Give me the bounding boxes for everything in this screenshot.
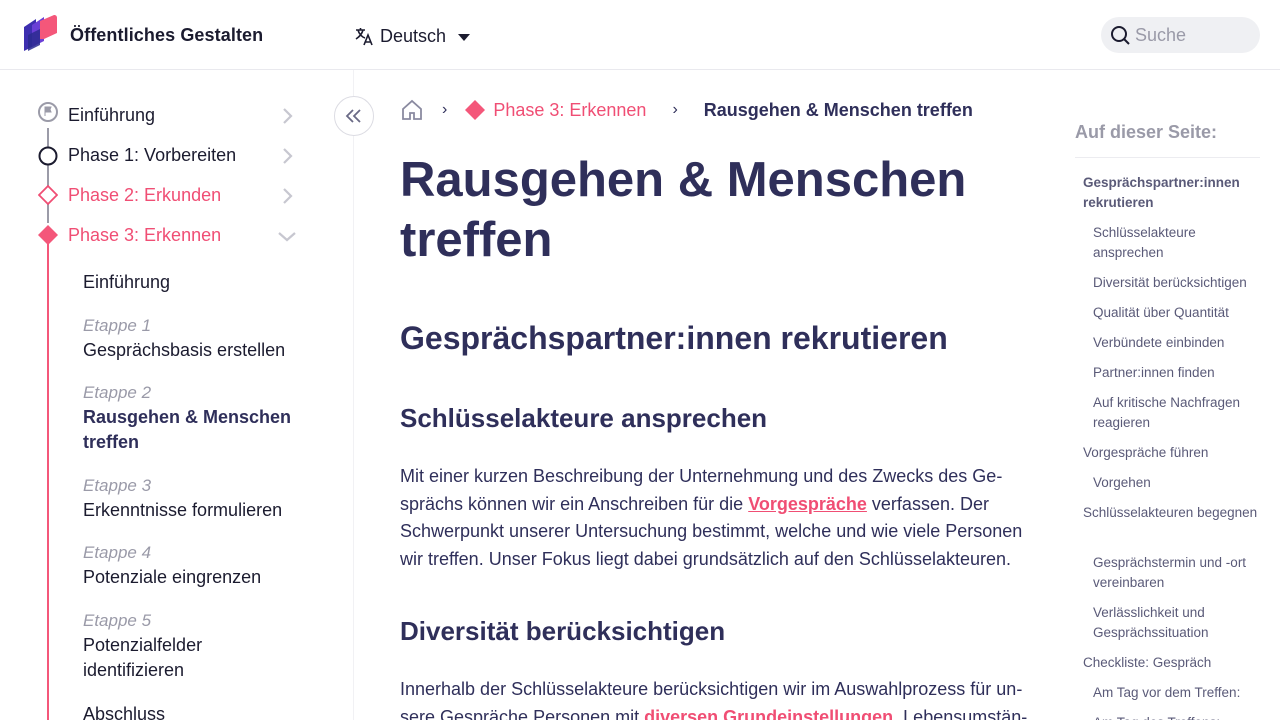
chevron-right-icon: › xyxy=(672,101,678,118)
breadcrumb-phase-label: Phase 3: Erkennen xyxy=(493,99,647,120)
subitem-stage: Etappe 1 xyxy=(83,316,152,335)
main-content: Rausgehen & Menschen treffen xyxy=(400,150,1040,270)
sidebar-subitem-etappe-4[interactable]: Etappe 4 Potenziale eingrenzen xyxy=(83,540,313,590)
top-bar: Öffentliches Gestalten Deutsch xyxy=(0,0,1280,70)
sidebar-item-phase-2[interactable]: Phase 2: Erkunden xyxy=(68,185,221,206)
language-label: Deutsch xyxy=(380,25,447,46)
breadcrumb-phase[interactable]: Phase 3: Erkennen xyxy=(465,100,646,121)
toc-item[interactable]: Gesprächspartner:innen rekrutieren xyxy=(1083,173,1260,213)
diamond-filled-icon xyxy=(38,225,58,245)
sidebar-subitem-etappe-1[interactable]: Etappe 1 Gesprächsbasis erstellen xyxy=(83,313,313,363)
breadcrumb-current: Rausgehen & Menschen treffen xyxy=(703,99,973,120)
subitem-title: Potenziale eingrenzen xyxy=(83,567,262,587)
subitem-title: Einführung xyxy=(83,272,171,292)
subitem-stage: Etappe 5 xyxy=(83,611,152,630)
toc-item[interactable]: Vorgehen xyxy=(1093,473,1260,493)
double-chevron-left-icon xyxy=(345,109,361,123)
language-selector[interactable]: Deutsch xyxy=(354,23,471,49)
toc-item[interactable]: Verbündete einbinden xyxy=(1093,333,1260,353)
subsection-heading: Schlüsselakteure ansprechen xyxy=(400,403,768,433)
search-box[interactable] xyxy=(1101,17,1260,53)
subitem-stage: Etappe 2 xyxy=(83,383,152,402)
subitem-title: Rausgehen & Menschen treffen xyxy=(83,407,292,452)
sidebar-subitem-etappe-2[interactable]: Etappe 2 Rausgehen & Menschen treffen xyxy=(83,380,313,455)
toc-item[interactable]: Verlässlichkeit und Gesprächssituation xyxy=(1093,603,1260,643)
subitem-title: Erkenntnisse formulieren xyxy=(83,500,283,520)
circle-marker-icon xyxy=(38,146,58,166)
paragraph: Innerhalb der Schlüsselakteure berücksic… xyxy=(400,676,1040,720)
flag-icon xyxy=(38,102,58,122)
toc-item[interactable]: Am Tag des Treffens: xyxy=(1093,713,1260,720)
subitem-title: Abschluss xyxy=(83,704,166,720)
subitem-title: Gesprächsbasis erstellen xyxy=(83,340,286,360)
subitem-stage: Etappe 3 xyxy=(83,476,152,495)
toc-item[interactable]: Qualität über Quantität xyxy=(1093,303,1260,323)
sidebar-subitem-einfuehrung[interactable]: Einführung xyxy=(83,270,313,295)
progress-line xyxy=(47,128,49,223)
toc-item[interactable]: Diversität berücksichtigen xyxy=(1093,273,1260,293)
chevron-down-icon[interactable] xyxy=(278,227,296,245)
logo-icon[interactable] xyxy=(22,15,58,53)
sidebar-item-phase-3[interactable]: Phase 3: Erkennen xyxy=(68,225,221,246)
page-title: Rausgehen & Menschen treffen xyxy=(400,153,967,267)
section-heading: Gesprächspartner:innen rekrutieren xyxy=(400,320,948,356)
sidebar-subitem-etappe-3[interactable]: Etappe 3 Erkenntnisse formulieren xyxy=(83,473,313,523)
chevron-right-icon[interactable] xyxy=(278,147,296,165)
collapse-sidebar-button[interactable] xyxy=(334,96,374,136)
chevron-right-icon[interactable] xyxy=(278,107,296,125)
sidebar-item-einfuehrung[interactable]: Einführung xyxy=(68,105,155,126)
paragraph: Mit einer kurzen Beschreibung der Untern… xyxy=(400,463,1040,573)
link-vorgespraeche[interactable]: Vorgespräche xyxy=(748,494,867,514)
toc-item[interactable]: Checkliste: Gespräch xyxy=(1083,653,1260,673)
brand-name[interactable]: Öffentliches Gestalten xyxy=(70,25,263,46)
search-input[interactable] xyxy=(1135,24,1250,46)
paragraph-text: . Lebensumstän- xyxy=(893,706,1028,720)
toc-title: Auf dieser Seite: xyxy=(1075,122,1260,158)
sidebar-item-phase-1[interactable]: Phase 1: Vorbereiten xyxy=(68,145,236,166)
link-diverse-grundeinstellungen[interactable]: diversen Grundeinstellungen xyxy=(644,707,893,720)
sidebar-subitem-etappe-5[interactable]: Etappe 5 Potenzialfelder identifizieren xyxy=(83,608,263,683)
chevron-right-icon: › xyxy=(442,101,448,118)
search-icon xyxy=(1111,26,1130,45)
toc-item[interactable]: Gesprächstermin und -ort vereinbaren xyxy=(1093,553,1260,593)
toc-item[interactable]: Vorgespräche führen xyxy=(1083,443,1260,463)
diamond-outline-icon xyxy=(38,185,58,205)
home-icon[interactable] xyxy=(400,98,424,122)
toc-item[interactable]: Schlüsselakteuren begegnen xyxy=(1083,503,1260,523)
sidebar-subitem-abschluss[interactable]: Abschluss xyxy=(83,702,313,720)
diamond-filled-icon xyxy=(465,100,486,120)
subitem-stage: Etappe 4 xyxy=(83,543,152,562)
translate-icon xyxy=(355,28,373,46)
subsection-heading: Diversität berücksichtigen xyxy=(400,616,726,646)
toc-item[interactable]: Auf kritische Nachfragen reagieren xyxy=(1093,393,1260,433)
chevron-right-icon[interactable] xyxy=(278,187,296,205)
progress-line-active xyxy=(47,235,49,720)
chevron-down-icon xyxy=(458,33,471,41)
subitem-title: Potenzialfelder identifizieren xyxy=(83,635,203,680)
breadcrumb: › Phase 3: Erkennen › Rausgehen & Mensch… xyxy=(400,97,973,123)
toc-item[interactable]: Schlüsselakteure ansprechen xyxy=(1093,223,1260,263)
toc-item[interactable]: Am Tag vor dem Treffen: xyxy=(1093,683,1260,703)
table-of-contents: Auf dieser Seite: xyxy=(1075,122,1260,158)
toc-item[interactable]: Partner:innen finden xyxy=(1093,363,1260,383)
